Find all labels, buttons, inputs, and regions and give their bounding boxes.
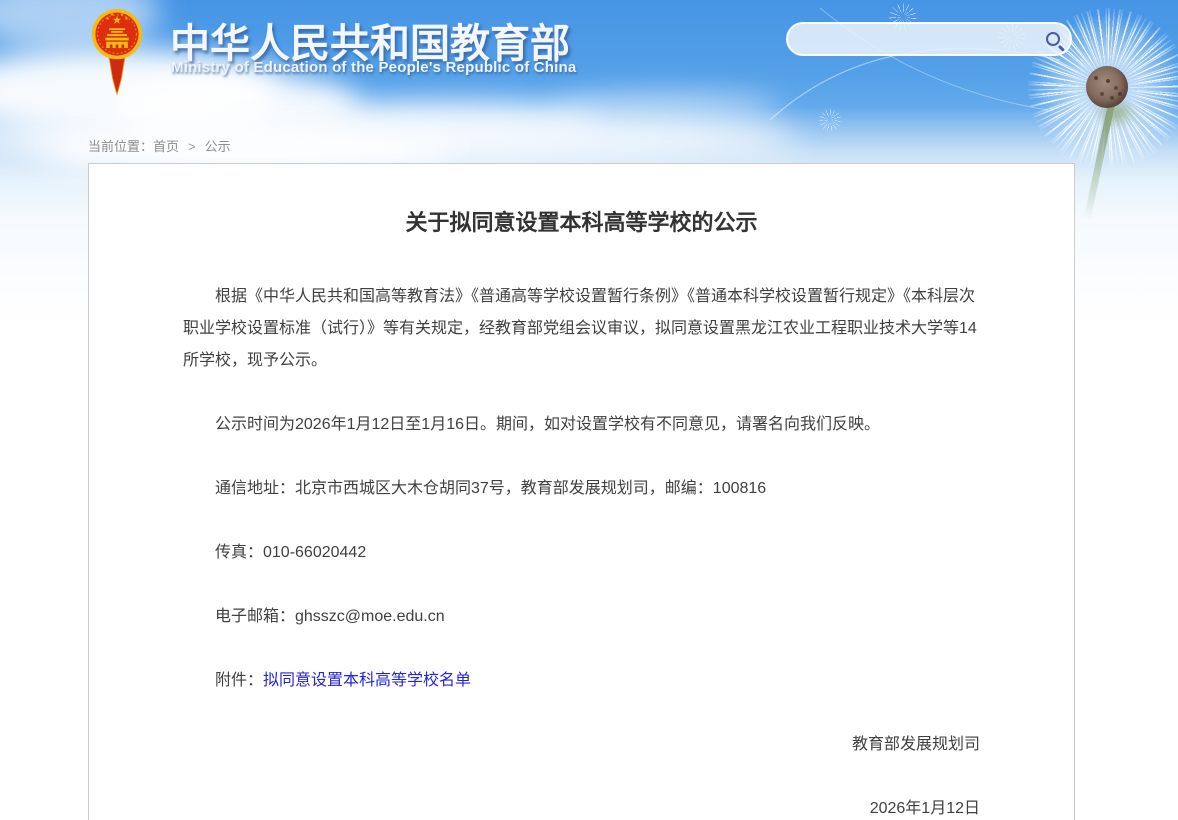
article-paragraph-email: 电子邮箱：ghsszc@moe.edu.cn xyxy=(183,601,980,633)
attachment-line: 附件：拟同意设置本科高等学校名单 xyxy=(183,665,980,697)
article-paragraph: 公示时间为2026年1月12日至1月16日。期间，如对设置学校有不同意见，请署名… xyxy=(183,409,980,441)
article-paragraph: 根据《中华人民共和国高等教育法》《普通高等学校设置暂行条例》《普通本科学校设置暂… xyxy=(183,281,980,377)
search-button[interactable] xyxy=(1046,32,1070,46)
dandelion-center-decoration xyxy=(1086,66,1128,108)
breadcrumb: 当前位置：首页 > 公示 xyxy=(88,136,231,155)
search-box xyxy=(786,22,1072,56)
breadcrumb-separator: > xyxy=(188,139,196,154)
attachment-label: 附件： xyxy=(215,672,263,689)
article-title: 关于拟同意设置本科高等学校的公示 xyxy=(183,208,980,238)
content-card: 关于拟同意设置本科高等学校的公示 根据《中华人民共和国高等教育法》《普通高等学校… xyxy=(88,163,1075,820)
article-paragraph-address: 通信地址：北京市西城区大木仓胡同37号，教育部发展规划司，邮编：100816 xyxy=(183,473,980,505)
breadcrumb-home-link[interactable]: 首页 xyxy=(153,139,179,154)
search-icon xyxy=(1046,32,1060,46)
breadcrumb-label: 当前位置： xyxy=(88,139,153,154)
page: 中华人民共和国教育部 Ministry of Education of the … xyxy=(0,0,1178,820)
site-subtitle: Ministry of Education of the People's Re… xyxy=(171,59,576,76)
china-national-emblem-icon xyxy=(90,5,144,101)
attachment-link[interactable]: 拟同意设置本科高等学校名单 xyxy=(263,672,471,689)
dandelion-seed-decoration xyxy=(818,108,842,132)
article-paragraph-fax: 传真：010-66020442 xyxy=(183,537,980,569)
signature: 教育部发展规划司 xyxy=(183,729,980,761)
publish-date: 2026年1月12日 xyxy=(183,793,980,820)
site-logo[interactable] xyxy=(90,5,144,101)
breadcrumb-current-link[interactable]: 公示 xyxy=(205,139,231,154)
cloud-decoration xyxy=(550,92,780,122)
search-input[interactable] xyxy=(788,31,1046,47)
